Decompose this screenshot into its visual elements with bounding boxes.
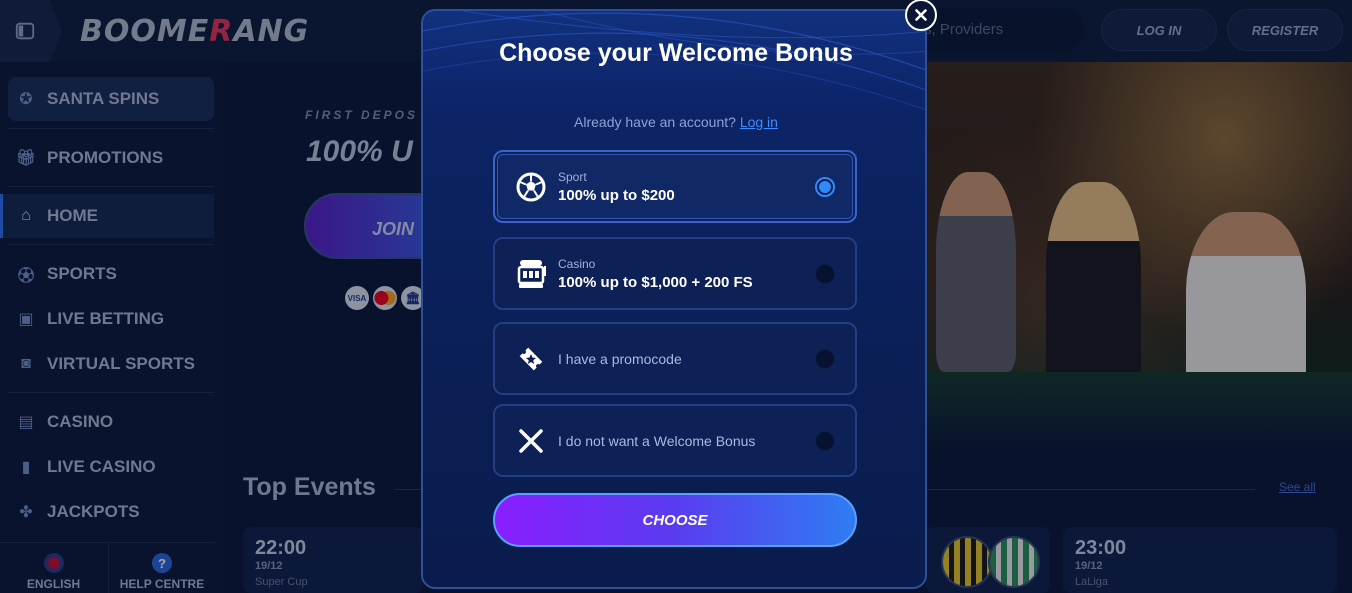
- choose-button[interactable]: CHOOSE: [493, 493, 857, 547]
- bonus-option-casino[interactable]: Casino 100% up to $1,000 + 200 FS: [493, 237, 857, 310]
- bonus-option-no-bonus[interactable]: I do not want a Welcome Bonus: [493, 404, 857, 477]
- option-category: Casino: [558, 256, 596, 271]
- option-label: I have a promocode: [558, 350, 682, 367]
- login-prompt: Already have an account? Log in: [574, 114, 778, 130]
- close-modal-button[interactable]: [903, 0, 939, 31]
- bonus-option-sport[interactable]: Sport 100% up to $200: [493, 150, 857, 223]
- radio-selected[interactable]: [815, 176, 835, 197]
- radio-unselected[interactable]: [815, 263, 835, 284]
- cross-icon: [515, 425, 547, 457]
- login-link[interactable]: Log in: [740, 114, 778, 130]
- option-label: I do not want a Welcome Bonus: [558, 432, 756, 449]
- football-icon: [515, 171, 547, 203]
- welcome-bonus-modal: Choose your Welcome Bonus Already have a…: [421, 9, 927, 589]
- radio-unselected[interactable]: [815, 348, 835, 369]
- option-category: Sport: [558, 169, 587, 184]
- radio-unselected[interactable]: [815, 430, 835, 451]
- ticket-icon: [515, 343, 547, 375]
- modal-title: Choose your Welcome Bonus: [499, 39, 853, 67]
- close-icon: [905, 0, 937, 31]
- slot-machine-icon: [515, 258, 547, 290]
- option-offer: 100% up to $1,000 + 200 FS: [558, 273, 753, 291]
- bonus-option-promocode[interactable]: I have a promocode: [493, 322, 857, 395]
- option-offer: 100% up to $200: [558, 186, 675, 204]
